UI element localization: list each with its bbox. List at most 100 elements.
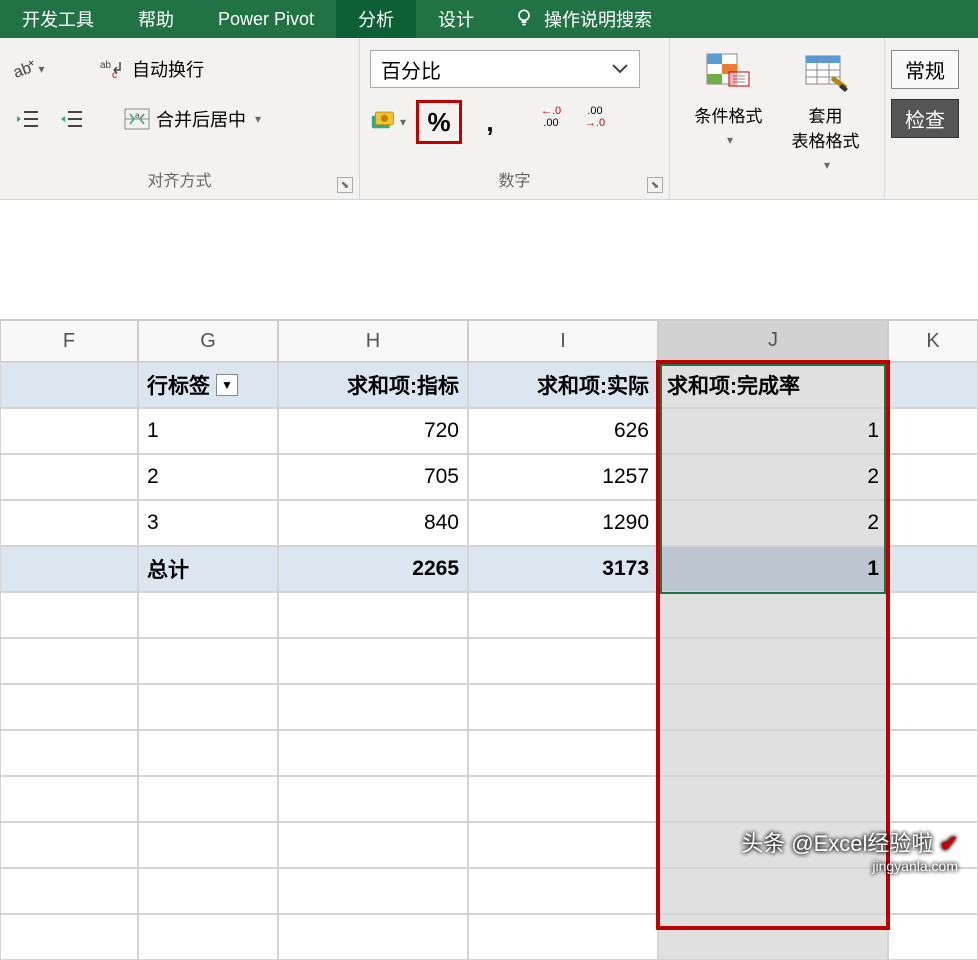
cell[interactable]: 2: [658, 454, 888, 500]
pivot-col3-header[interactable]: 求和项:完成率: [658, 362, 888, 408]
cell[interactable]: [0, 684, 138, 730]
merge-center-button[interactable]: a 合并后居中 ▾: [116, 102, 269, 136]
cell[interactable]: 1290: [468, 500, 658, 546]
tab-powerpivot[interactable]: Power Pivot: [196, 0, 336, 38]
pivot-row-label-header[interactable]: 行标签 ▼: [138, 362, 278, 408]
filter-dropdown-button[interactable]: ▼: [216, 374, 238, 396]
cell[interactable]: [138, 914, 278, 960]
format-as-table-button[interactable]: 套用 表格格式 ▾: [792, 52, 860, 172]
decrease-indent-button[interactable]: [10, 101, 46, 137]
cell[interactable]: [0, 638, 138, 684]
cell[interactable]: [0, 546, 138, 592]
cell[interactable]: [0, 408, 138, 454]
cell[interactable]: 3: [138, 500, 278, 546]
cell[interactable]: [888, 914, 978, 960]
cell[interactable]: [278, 776, 468, 822]
cell[interactable]: [888, 730, 978, 776]
cell[interactable]: [278, 638, 468, 684]
col-header-h[interactable]: H: [278, 320, 468, 362]
cell[interactable]: [468, 822, 658, 868]
cell[interactable]: [278, 822, 468, 868]
cell[interactable]: [658, 684, 888, 730]
col-header-k[interactable]: K: [888, 320, 978, 362]
cell[interactable]: 626: [468, 408, 658, 454]
wrap-text-button[interactable]: abc 自动换行: [92, 52, 212, 86]
orientation-button[interactable]: ab ▾: [10, 51, 46, 87]
cell[interactable]: [658, 868, 888, 914]
conditional-format-button[interactable]: 条件格式 ▾: [695, 52, 763, 147]
cell[interactable]: [138, 684, 278, 730]
cell[interactable]: [138, 638, 278, 684]
cell[interactable]: [468, 592, 658, 638]
cell[interactable]: 2: [138, 454, 278, 500]
cell[interactable]: [0, 914, 138, 960]
cell[interactable]: [0, 822, 138, 868]
cell[interactable]: [0, 454, 138, 500]
cell[interactable]: [658, 730, 888, 776]
number-dialog-launcher[interactable]: ⬊: [647, 177, 663, 193]
cell[interactable]: 3173: [468, 546, 658, 592]
increase-decimal-button[interactable]: ←.0.00: [534, 105, 568, 139]
cell[interactable]: [658, 914, 888, 960]
decrease-decimal-button[interactable]: .00→.0: [578, 105, 612, 139]
cell[interactable]: [468, 684, 658, 730]
cell[interactable]: [0, 730, 138, 776]
col-header-i[interactable]: I: [468, 320, 658, 362]
cell[interactable]: [658, 776, 888, 822]
cell[interactable]: [138, 592, 278, 638]
cell[interactable]: [888, 776, 978, 822]
cell[interactable]: [888, 500, 978, 546]
cell[interactable]: [138, 868, 278, 914]
cell[interactable]: [888, 592, 978, 638]
cell[interactable]: [888, 638, 978, 684]
cell[interactable]: 1: [138, 408, 278, 454]
cell[interactable]: [888, 408, 978, 454]
cell[interactable]: 720: [278, 408, 468, 454]
tab-analyze[interactable]: 分析: [336, 0, 416, 38]
cell[interactable]: 1: [658, 546, 888, 592]
cell[interactable]: [138, 730, 278, 776]
cell[interactable]: [888, 454, 978, 500]
cell[interactable]: 2265: [278, 546, 468, 592]
cell[interactable]: 1257: [468, 454, 658, 500]
col-header-f[interactable]: F: [0, 320, 138, 362]
style-normal[interactable]: 常规: [891, 50, 959, 89]
alignment-dialog-launcher[interactable]: ⬊: [337, 177, 353, 193]
col-header-j[interactable]: J: [658, 320, 888, 362]
cell[interactable]: [138, 776, 278, 822]
pivot-col1-header[interactable]: 求和项:指标: [278, 362, 468, 408]
cell[interactable]: 840: [278, 500, 468, 546]
comma-style-button[interactable]: ,: [472, 104, 508, 140]
cell[interactable]: [278, 914, 468, 960]
cell[interactable]: [468, 868, 658, 914]
cell[interactable]: [658, 592, 888, 638]
cell[interactable]: 1: [658, 408, 888, 454]
cell[interactable]: [468, 914, 658, 960]
col-header-g[interactable]: G: [138, 320, 278, 362]
tab-developer[interactable]: 开发工具: [0, 0, 116, 38]
cell[interactable]: [278, 684, 468, 730]
cell[interactable]: [888, 822, 978, 868]
cell[interactable]: [888, 684, 978, 730]
pivot-col2-header[interactable]: 求和项:实际: [468, 362, 658, 408]
cell[interactable]: [138, 822, 278, 868]
cell[interactable]: 2: [658, 500, 888, 546]
cell[interactable]: [468, 776, 658, 822]
total-label[interactable]: 总计: [138, 546, 278, 592]
cell[interactable]: [0, 500, 138, 546]
cell[interactable]: [0, 592, 138, 638]
percent-style-button[interactable]: %: [416, 100, 462, 144]
cell[interactable]: [278, 868, 468, 914]
cell[interactable]: [278, 730, 468, 776]
number-format-combo[interactable]: 百分比: [370, 50, 640, 88]
cell[interactable]: [0, 776, 138, 822]
cell[interactable]: [888, 868, 978, 914]
increase-indent-button[interactable]: [54, 101, 90, 137]
cell[interactable]: [468, 638, 658, 684]
cell[interactable]: [658, 638, 888, 684]
cell[interactable]: [468, 730, 658, 776]
tell-me-search[interactable]: 操作说明搜索: [496, 0, 670, 38]
cell[interactable]: 705: [278, 454, 468, 500]
tab-design[interactable]: 设计: [416, 0, 496, 38]
style-check[interactable]: 检查: [891, 99, 959, 138]
